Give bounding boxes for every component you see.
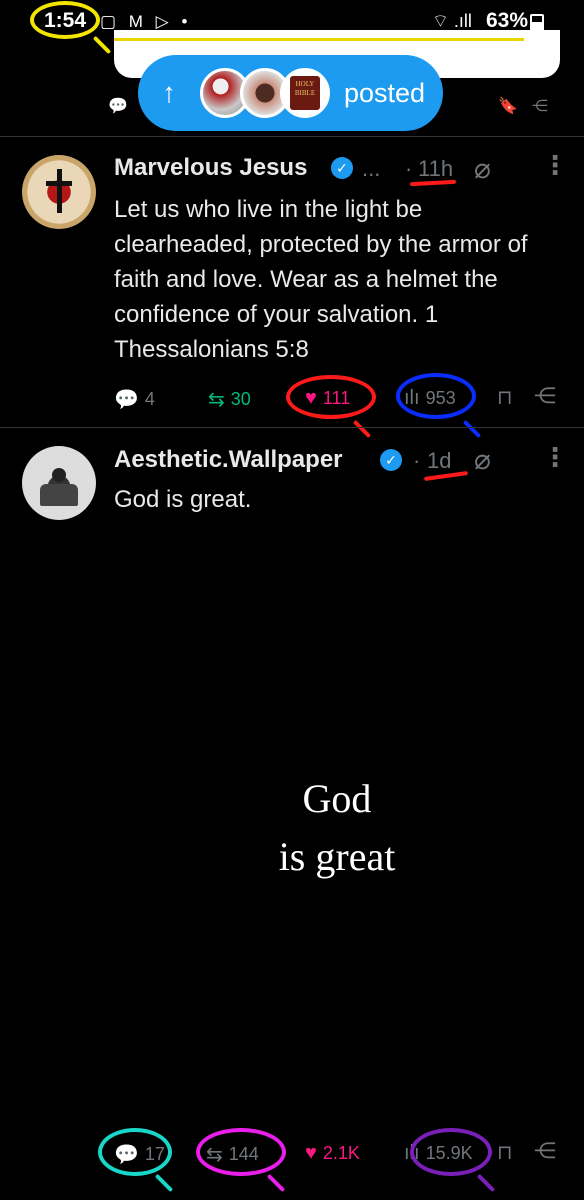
- dot-separator: ·: [405, 156, 413, 181]
- avatar[interactable]: [22, 446, 96, 520]
- like-button[interactable]: ♥ 2.1K: [305, 1142, 360, 1165]
- reply-button[interactable]: 💬 4: [114, 387, 155, 412]
- bookmark-icon[interactable]: ⊓: [497, 1140, 513, 1165]
- avatar: HOLY BIBLE: [280, 68, 330, 118]
- name-truncation: ...: [362, 156, 381, 181]
- share-icon[interactable]: ⋲: [532, 96, 548, 116]
- heart-icon: ♥: [305, 1142, 317, 1164]
- pill-label: posted: [344, 77, 426, 108]
- author-name[interactable]: Marvelous Jesus: [114, 154, 307, 182]
- annotation-circle-blue: [396, 373, 476, 419]
- divider: [0, 136, 584, 137]
- repost-icon: ⇆: [208, 389, 225, 411]
- new-posts-pill[interactable]: ↑ HOLY BIBLE posted: [138, 55, 443, 131]
- annotation-circle-red: [286, 375, 376, 419]
- grok-icon[interactable]: ⌀: [474, 443, 491, 476]
- post-text: Let us who live in the light be clearhea…: [114, 196, 528, 363]
- annotation-circle-purple: [410, 1128, 492, 1176]
- more-options-icon[interactable]: ⋮: [542, 152, 568, 178]
- annotation-tail-blue: [462, 419, 482, 439]
- notification-icons: ▢ M ▷ •: [100, 12, 192, 31]
- annotation-tail-magenta: [266, 1173, 286, 1193]
- post-timestamp[interactable]: 11h: [418, 156, 453, 182]
- post-timestamp[interactable]: 1d: [427, 448, 451, 474]
- bible-icon: HOLY BIBLE: [290, 76, 320, 110]
- bookmark-icon[interactable]: ⊓: [497, 385, 513, 410]
- image-text-line1: God: [302, 776, 372, 821]
- more-options-icon[interactable]: ⋮: [542, 444, 568, 470]
- arrow-up-icon: ↑: [162, 77, 176, 108]
- annotation-tail-cyan: [154, 1173, 174, 1193]
- dot-separator: ·: [413, 448, 421, 473]
- share-icon[interactable]: ⋲: [534, 383, 556, 409]
- reply-icon: 💬: [114, 389, 139, 411]
- previous-post-highlight: [114, 38, 524, 41]
- annotation-circle-yellow: [30, 1, 100, 39]
- post-text: God is great.: [114, 486, 252, 513]
- reply-icon[interactable]: 💬: [108, 96, 128, 116]
- verified-badge-icon: ✓: [380, 449, 402, 471]
- annotation-circle-cyan: [98, 1128, 172, 1176]
- share-icon[interactable]: ⋲: [534, 1138, 556, 1164]
- annotation-circle-magenta: [196, 1128, 286, 1176]
- annotation-tail-purple: [476, 1173, 496, 1193]
- author-name[interactable]: Aesthetic.Wallpaper: [114, 446, 343, 474]
- grok-icon[interactable]: ⌀: [474, 152, 491, 185]
- repost-button[interactable]: ⇆ 30: [208, 387, 251, 412]
- image-text-line2: is great: [278, 834, 396, 879]
- bookmark-icon[interactable]: 🔖: [498, 96, 518, 116]
- avatar[interactable]: [22, 155, 96, 229]
- divider: [0, 427, 584, 428]
- annotation-tail-red: [352, 419, 372, 439]
- post-image[interactable]: God is great: [0, 540, 584, 1130]
- verified-badge-icon: ✓: [331, 157, 353, 179]
- annotation-underline-red: [409, 179, 457, 187]
